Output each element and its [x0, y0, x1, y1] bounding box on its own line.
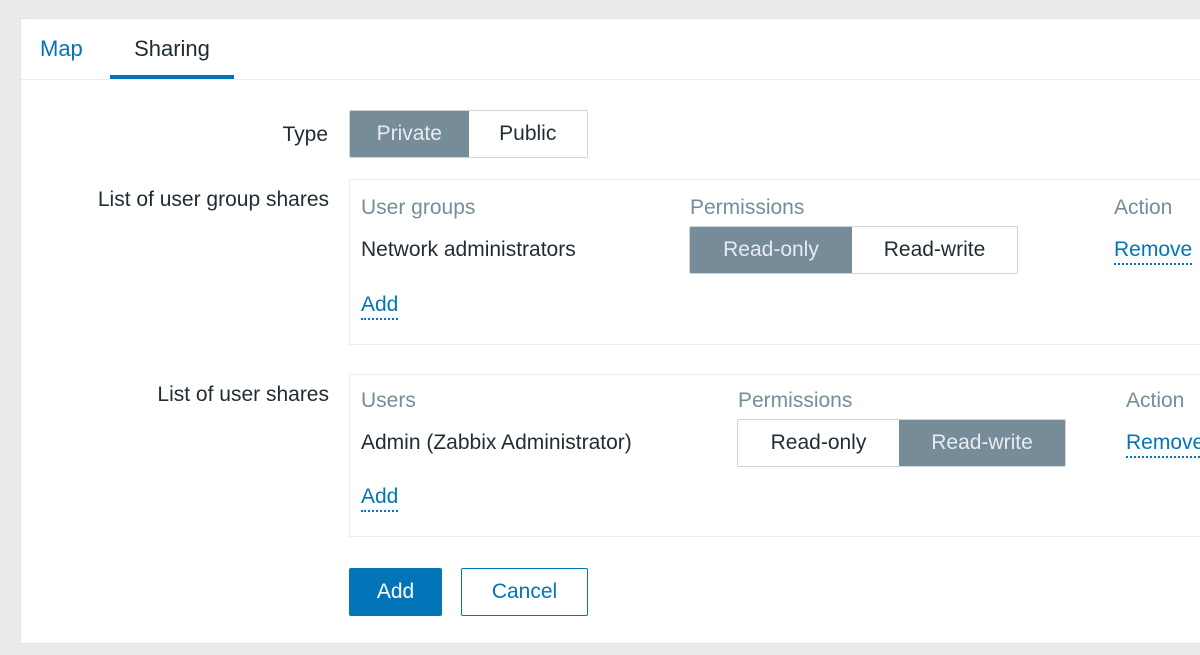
sharing-form-panel: Map Sharing Type Private Public List of … [20, 18, 1200, 644]
user-permission-control: Read-only Read-write [737, 419, 1066, 467]
add-button[interactable]: Add [349, 568, 442, 616]
group-remove-link[interactable]: Remove [1114, 237, 1193, 265]
users-column-header: Users [361, 389, 416, 412]
group-read-only-option[interactable]: Read-only [690, 227, 852, 273]
cancel-button[interactable]: Cancel [461, 568, 588, 616]
user-name: Admin (Zabbix Administrator) [361, 431, 632, 454]
group-add-link[interactable]: Add [361, 292, 399, 320]
group-permission-control: Read-only Read-write [689, 226, 1018, 274]
group-name: Network administrators [361, 238, 576, 261]
user-shares-label: List of user shares [157, 383, 329, 406]
user-shares-table: Users Permissions Action Admin (Zabbix A… [349, 374, 1200, 537]
tab-map[interactable]: Map [40, 35, 83, 79]
permissions-column-header: Permissions [738, 389, 853, 412]
user-read-write-option[interactable]: Read-write [899, 420, 1065, 466]
group-shares-table: User groups Permissions Action Network a… [349, 179, 1200, 345]
tab-sharing[interactable]: Sharing [110, 35, 234, 79]
user-add-link[interactable]: Add [361, 484, 399, 512]
tab-bar: Map Sharing [21, 19, 1200, 80]
permissions-column-header: Permissions [690, 196, 805, 219]
type-segmented-control: Private Public [349, 110, 588, 158]
user-remove-link[interactable]: Remove [1126, 430, 1200, 458]
type-public-option[interactable]: Public [468, 111, 587, 157]
action-column-header: Action [1114, 196, 1173, 219]
group-shares-label: List of user group shares [97, 188, 329, 211]
type-label: Type [282, 123, 328, 146]
action-column-header: Action [1126, 389, 1185, 412]
type-private-option[interactable]: Private [350, 111, 469, 157]
user-read-only-option[interactable]: Read-only [738, 420, 899, 466]
group-read-write-option[interactable]: Read-write [852, 227, 1017, 273]
user-groups-column-header: User groups [361, 196, 476, 219]
